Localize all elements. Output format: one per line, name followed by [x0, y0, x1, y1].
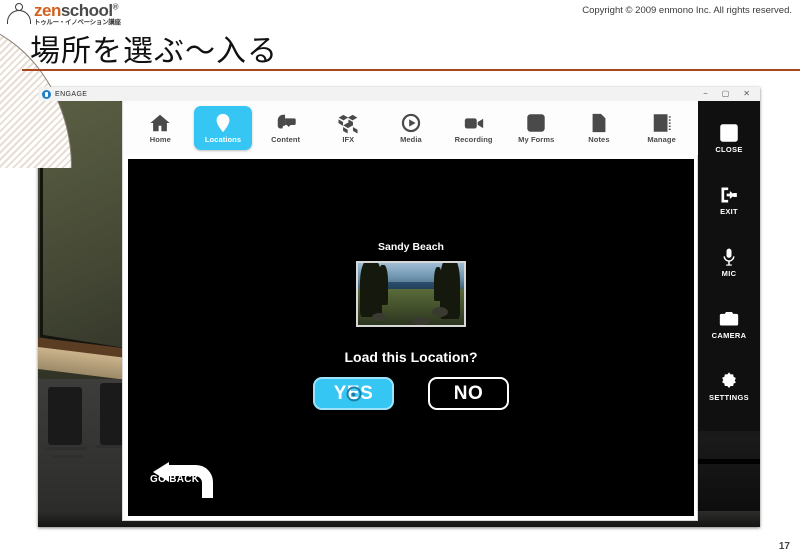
nav-item-notes[interactable]: Notes: [570, 106, 628, 150]
blocks-icon: [338, 114, 358, 134]
go-back-label: GO BACK: [150, 473, 200, 485]
rail-item-close[interactable]: CLOSE: [698, 107, 760, 169]
nav-label-home: Home: [149, 135, 171, 144]
copyright-text: Copyright © 2009 enmono Inc. All rights …: [582, 5, 792, 16]
page-title: 場所を選ぶ〜入る: [30, 34, 278, 69]
logo-subtitle: トゥルー・イノベーション講座: [34, 19, 121, 26]
nav-label-notes: Notes: [588, 135, 610, 144]
ring-cursor-icon: [346, 386, 361, 402]
close-button[interactable]: ✕: [743, 90, 750, 98]
window-title-bar: ENGAGE − ▢ ✕: [38, 87, 760, 101]
location-name: Sandy Beach: [378, 241, 444, 253]
camera-icon: [719, 311, 739, 325]
nav-label-my-forms: My Forms: [518, 135, 555, 144]
maximize-button[interactable]: ▢: [722, 90, 730, 98]
rail-label-close: CLOSE: [715, 144, 743, 154]
no-button[interactable]: NO: [428, 377, 509, 410]
nav-label-media: Media: [400, 135, 422, 144]
nav-label-ifx: IFX: [342, 135, 355, 144]
confirmation-buttons: YES NO: [128, 377, 694, 410]
nav-item-my-forms[interactable]: My Forms: [507, 106, 565, 150]
home-icon: [150, 114, 170, 132]
engage-app-icon: [42, 89, 51, 99]
nav-label-locations: Locations: [204, 135, 242, 144]
nav-item-locations[interactable]: Locations: [193, 106, 252, 150]
logo-word-school: school: [60, 1, 113, 20]
go-back-button[interactable]: GO BACK: [150, 458, 219, 500]
microphone-icon: [723, 248, 735, 266]
yes-button[interactable]: YES: [313, 377, 394, 410]
vr-headset-icon: [277, 114, 296, 129]
slide-page: zenschool® トゥルー・イノベーション講座 Copyright © 20…: [0, 0, 800, 558]
engage-app-window: Home Locations Content IFX Media Recordi…: [122, 101, 699, 521]
logo-wordmark: zenschool®: [34, 2, 121, 19]
nav-item-recording[interactable]: Recording: [445, 106, 503, 150]
location-thumbnail[interactable]: [356, 261, 466, 327]
nav-label-content: Content: [271, 135, 301, 144]
window-title: ENGAGE: [55, 90, 88, 98]
rail-item-camera[interactable]: CAMERA: [698, 293, 760, 355]
no-button-label: NO: [453, 382, 484, 404]
nav-label-manage: Manage: [647, 135, 676, 144]
nav-item-ifx[interactable]: IFX: [319, 106, 377, 150]
logo-word-zen: zen: [34, 1, 61, 20]
nav-item-home[interactable]: Home: [131, 106, 189, 150]
exit-arrow-icon: [721, 187, 737, 202]
rail-item-exit[interactable]: EXIT: [698, 169, 760, 231]
rail-label-camera: CAMERA: [711, 330, 747, 340]
rail-item-mic[interactable]: MIC: [698, 231, 760, 293]
zenschool-logo: zenschool® トゥルー・イノベーション講座: [6, 2, 121, 28]
location-stage: Sandy Beach Load this Location? YES NO G…: [126, 157, 696, 518]
load-location-prompt: Load this Location?: [344, 349, 478, 365]
main-navigation-bar: Home Locations Content IFX Media Recordi…: [123, 101, 699, 155]
nav-label-recording: Recording: [454, 135, 493, 144]
tool-rail: CLOSE EXIT MIC CAMERA SETTINGS: [698, 101, 760, 431]
minimize-button[interactable]: −: [703, 90, 708, 98]
map-pin-icon: [216, 113, 230, 133]
rail-item-settings[interactable]: SETTINGS: [698, 355, 760, 417]
rail-label-mic: MIC: [721, 268, 737, 278]
checkmark-icon: [527, 114, 545, 132]
video-camera-icon: [464, 118, 483, 129]
gear-icon: [722, 371, 736, 388]
rail-label-settings: SETTINGS: [709, 392, 749, 402]
logo-registered-mark: ®: [112, 2, 119, 12]
page-number: 17: [778, 541, 790, 552]
play-circle-icon: [401, 113, 421, 133]
close-box-icon: [720, 123, 738, 142]
nav-item-manage[interactable]: Manage: [633, 106, 691, 150]
engage-app-screenshot: ENGAGE − ▢ ✕ Home Locations Content IFX …: [38, 87, 760, 527]
rail-label-exit: EXIT: [720, 206, 738, 216]
document-icon: [592, 113, 606, 133]
nav-item-content[interactable]: Content: [257, 106, 315, 150]
nav-item-media[interactable]: Media: [382, 106, 440, 150]
contact-card-icon: [653, 114, 671, 132]
zenschool-mascot-icon: [6, 2, 32, 26]
